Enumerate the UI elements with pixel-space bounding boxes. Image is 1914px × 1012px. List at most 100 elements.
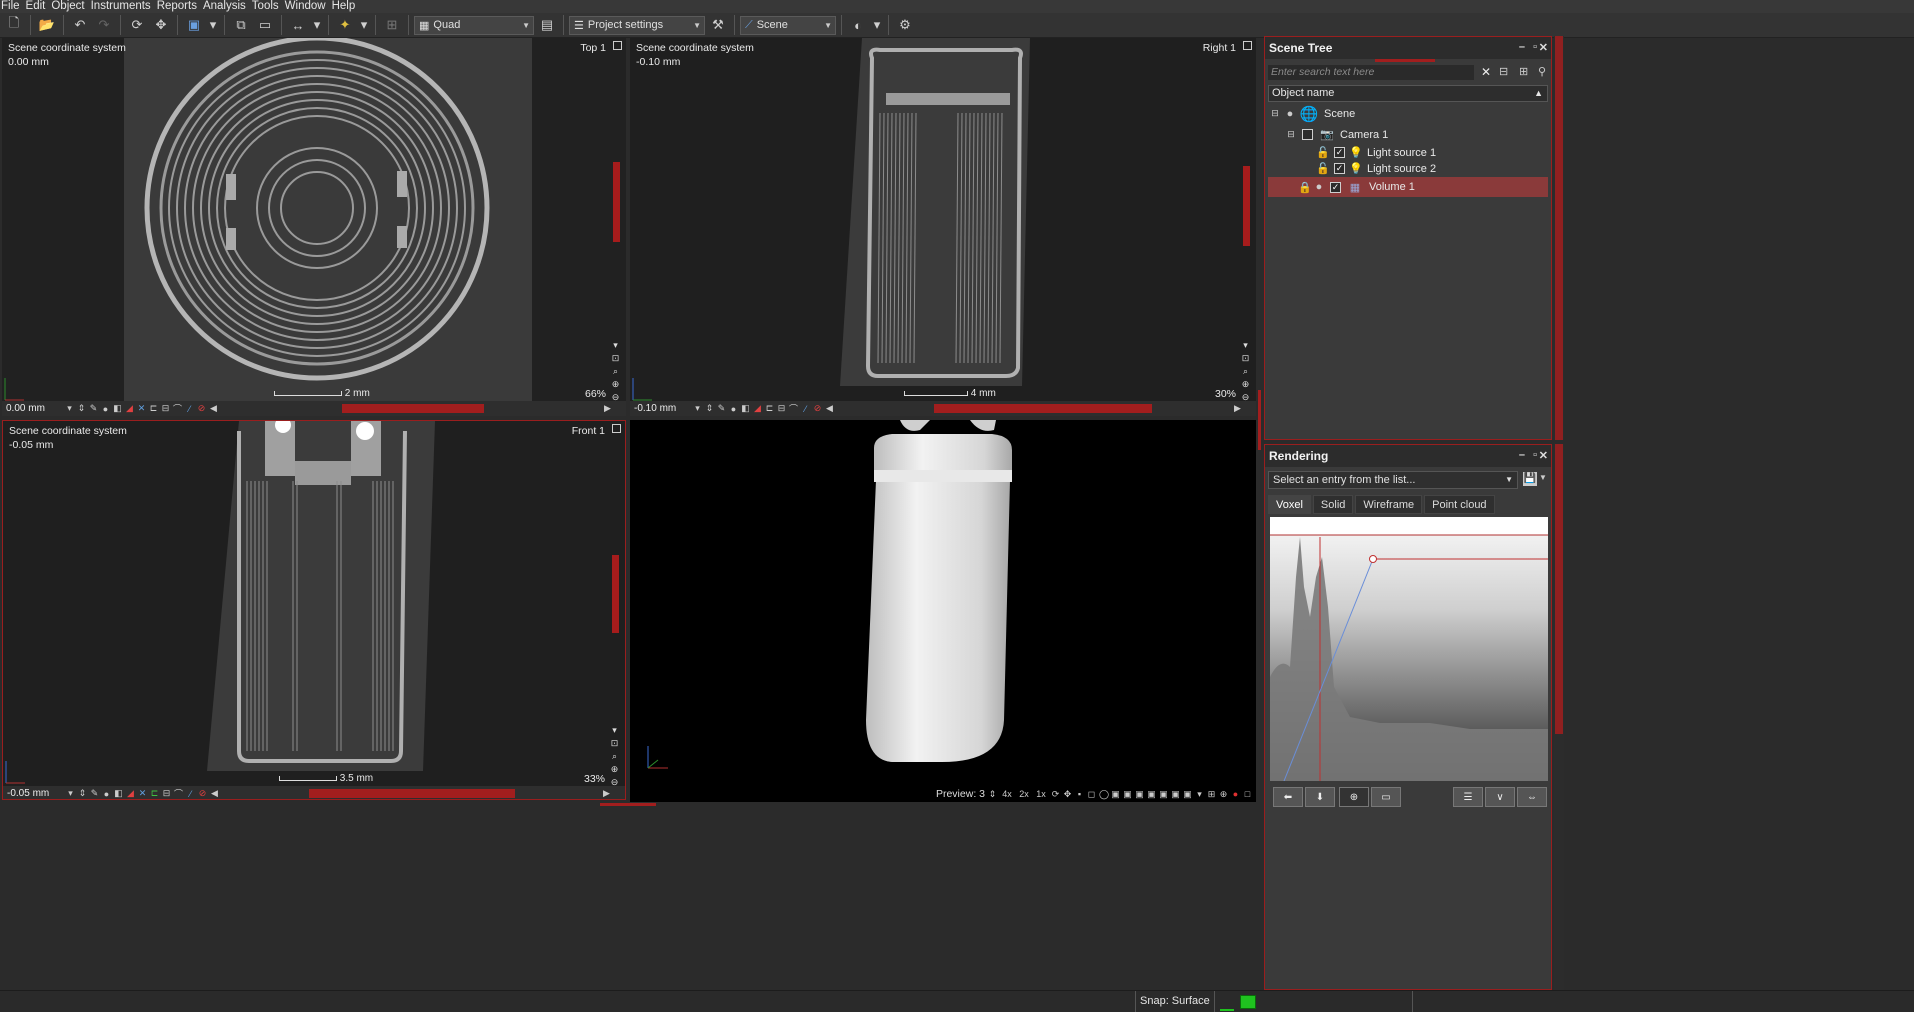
menu-edit[interactable]: Edit xyxy=(25,0,51,13)
contrast-icon[interactable]: ◧ xyxy=(741,403,750,414)
chevron-left-icon[interactable]: ◀ xyxy=(825,403,834,414)
grid-icon[interactable]: ⊞ xyxy=(1207,789,1216,800)
menu-help[interactable]: Help xyxy=(331,0,361,13)
tree-item-volume[interactable]: 🔒 ● ✓ ▦ Volume 1 xyxy=(1268,177,1548,197)
scene-combo[interactable]: ⟋ Scene ▼ xyxy=(740,15,836,35)
zoom-in-icon[interactable]: ⊕ xyxy=(1242,379,1250,390)
resize-handle[interactable] xyxy=(600,803,656,806)
minimize-icon[interactable]: – xyxy=(1519,449,1525,461)
scrollbar-thumb[interactable] xyxy=(1555,444,1563,734)
sphere-icon[interactable]: ● xyxy=(101,404,110,414)
fit-view-icon[interactable]: ⊡ xyxy=(1242,353,1250,364)
tf-target-icon[interactable]: ⊕ xyxy=(1339,787,1369,807)
menu-tools[interactable]: Tools xyxy=(251,0,284,13)
collapse-icon[interactable]: ⊟ xyxy=(1284,128,1298,142)
tab-point-cloud[interactable]: Point cloud xyxy=(1424,495,1495,514)
maximize-icon[interactable]: □ xyxy=(1243,789,1252,799)
sphere-icon[interactable]: ◯ xyxy=(1099,789,1109,800)
zoom-in-icon[interactable]: ⊕ xyxy=(611,764,619,775)
tab-wireframe[interactable]: Wireframe xyxy=(1355,495,1423,514)
slice-slider[interactable] xyxy=(342,404,484,413)
pin-icon[interactable]: ✎ xyxy=(717,403,726,414)
tf-expand-icon[interactable]: ⇔ xyxy=(1517,787,1547,807)
visibility-checkbox[interactable]: ✓ xyxy=(1334,147,1345,158)
chevron-down-icon[interactable]: ▼ xyxy=(1539,473,1547,482)
zoom-4x-button[interactable]: 4x xyxy=(1000,789,1014,799)
remove-icon[interactable]: ⊘ xyxy=(197,403,206,414)
view-bottom-icon[interactable]: ▣ xyxy=(1171,789,1180,800)
new-file-icon[interactable]: 🗋 xyxy=(3,15,25,35)
axis-icon[interactable]: ✕ xyxy=(138,788,147,799)
chevron-down-icon[interactable]: ▾ xyxy=(66,788,75,799)
tree-collapse-icon[interactable]: ⊞ xyxy=(1519,65,1528,78)
pick-tool-icon[interactable]: ✦ xyxy=(334,15,356,35)
clear-search-icon[interactable]: ✕ xyxy=(1481,65,1491,79)
undo-icon[interactable]: ↶ xyxy=(69,15,91,35)
tf-remove-point-icon[interactable]: ⬇ xyxy=(1305,787,1335,807)
chevron-down-icon[interactable]: ▾ xyxy=(1243,340,1248,351)
rendering-scrollbar[interactable] xyxy=(1554,444,1564,990)
view-iso-icon[interactable]: ▣ xyxy=(1183,789,1192,800)
gradient-icon[interactable]: ⁄ xyxy=(185,404,194,414)
menu-instruments[interactable]: Instruments xyxy=(90,0,156,13)
contrast-icon[interactable]: ◧ xyxy=(114,788,123,799)
copy-icon[interactable]: ⧉ xyxy=(230,15,252,35)
spin-icon[interactable]: ⇕ xyxy=(988,789,997,800)
visibility-icon[interactable]: ◐ xyxy=(847,15,869,35)
column-header[interactable]: Object name ▲ xyxy=(1268,85,1548,102)
panel-splitter[interactable] xyxy=(1258,38,1262,990)
chevron-down-icon[interactable]: ▾ xyxy=(311,15,323,35)
tf-list-icon[interactable]: ☰ xyxy=(1453,787,1483,807)
box-icon[interactable]: ▪ xyxy=(1075,789,1084,799)
tab-voxel[interactable]: Voxel xyxy=(1268,495,1311,514)
preset-select[interactable]: Select an entry from the list... ▼ xyxy=(1268,471,1518,489)
minimize-icon[interactable]: – xyxy=(1519,41,1525,53)
chevron-down-icon[interactable]: ▾ xyxy=(1195,789,1204,800)
fit-view-icon[interactable]: ⊡ xyxy=(612,353,620,364)
chevron-right-icon[interactable]: ▶ xyxy=(602,788,611,799)
snap-icon[interactable]: ⊕ xyxy=(1219,789,1228,800)
view-front-icon[interactable]: ▣ xyxy=(1111,789,1120,800)
search-input[interactable]: Enter search text here xyxy=(1268,65,1474,80)
splitter-handle[interactable] xyxy=(1258,390,1261,450)
curve-icon[interactable]: ⌒ xyxy=(173,402,182,415)
visibility-checkbox[interactable] xyxy=(1302,129,1313,140)
chevron-down-icon[interactable]: ▾ xyxy=(871,15,883,35)
window-layout-icon[interactable]: ▤ xyxy=(536,15,558,35)
zoom-in-icon[interactable]: ⊕ xyxy=(612,379,620,390)
remove-icon[interactable]: ⊘ xyxy=(198,788,207,799)
menu-window[interactable]: Window xyxy=(284,0,331,13)
slice-slider-handle[interactable] xyxy=(613,162,620,242)
move-icon[interactable]: ✥ xyxy=(1063,789,1072,800)
slice-position-field[interactable]: -0.05 mm xyxy=(7,788,63,800)
sphere-toggle-icon[interactable]: ● xyxy=(1312,180,1326,194)
viewport-3d[interactable]: Preview: 3 ⇕ 4x 2x 1x ⟳ ✥ ▪ ◻ ◯ ▣ ▣ ▣ ▣ … xyxy=(630,420,1256,802)
close-icon[interactable]: ✕ xyxy=(1539,41,1548,54)
spin-icon[interactable]: ⇕ xyxy=(77,403,86,414)
clip-icon[interactable]: ⊏ xyxy=(765,403,774,414)
rotate-icon[interactable]: ⟳ xyxy=(126,15,148,35)
tools-icon[interactable]: ⚒ xyxy=(707,15,729,35)
scene-tree-scrollbar[interactable] xyxy=(1554,36,1564,440)
sphere-icon[interactable]: ● xyxy=(729,404,738,414)
maximize-icon[interactable] xyxy=(613,41,622,50)
visibility-checkbox[interactable]: ✓ xyxy=(1334,163,1345,174)
tf-add-point-icon[interactable]: ⬅ xyxy=(1273,787,1303,807)
annotation-icon[interactable]: ⊟ xyxy=(162,788,171,799)
visibility-checkbox[interactable]: ✓ xyxy=(1330,181,1341,193)
project-settings-combo[interactable]: ☰ Project settings ▼ xyxy=(569,15,705,35)
tree-expand-icon[interactable]: ⊟ xyxy=(1499,65,1508,78)
chevron-left-icon[interactable]: ◀ xyxy=(210,788,219,799)
cube-icon[interactable]: ◻ xyxy=(1087,789,1096,800)
remove-icon[interactable]: ⊘ xyxy=(813,403,822,414)
restore-icon[interactable]: ▫ xyxy=(1533,449,1537,461)
pin-icon[interactable]: ✎ xyxy=(89,403,98,414)
tree-options-icon[interactable]: ⚲ xyxy=(1538,65,1546,78)
lock-icon[interactable]: 🔒 xyxy=(1298,180,1312,194)
spin-icon[interactable]: ⇕ xyxy=(705,403,714,414)
spin-icon[interactable]: ⇕ xyxy=(78,788,87,799)
record-icon[interactable]: ● xyxy=(1231,789,1240,799)
curve-icon[interactable]: ⌒ xyxy=(789,402,798,415)
view-back-icon[interactable]: ▣ xyxy=(1123,789,1132,800)
viewport-front[interactable]: Scene coordinate system -0.05 mm Front 1… xyxy=(2,420,626,800)
